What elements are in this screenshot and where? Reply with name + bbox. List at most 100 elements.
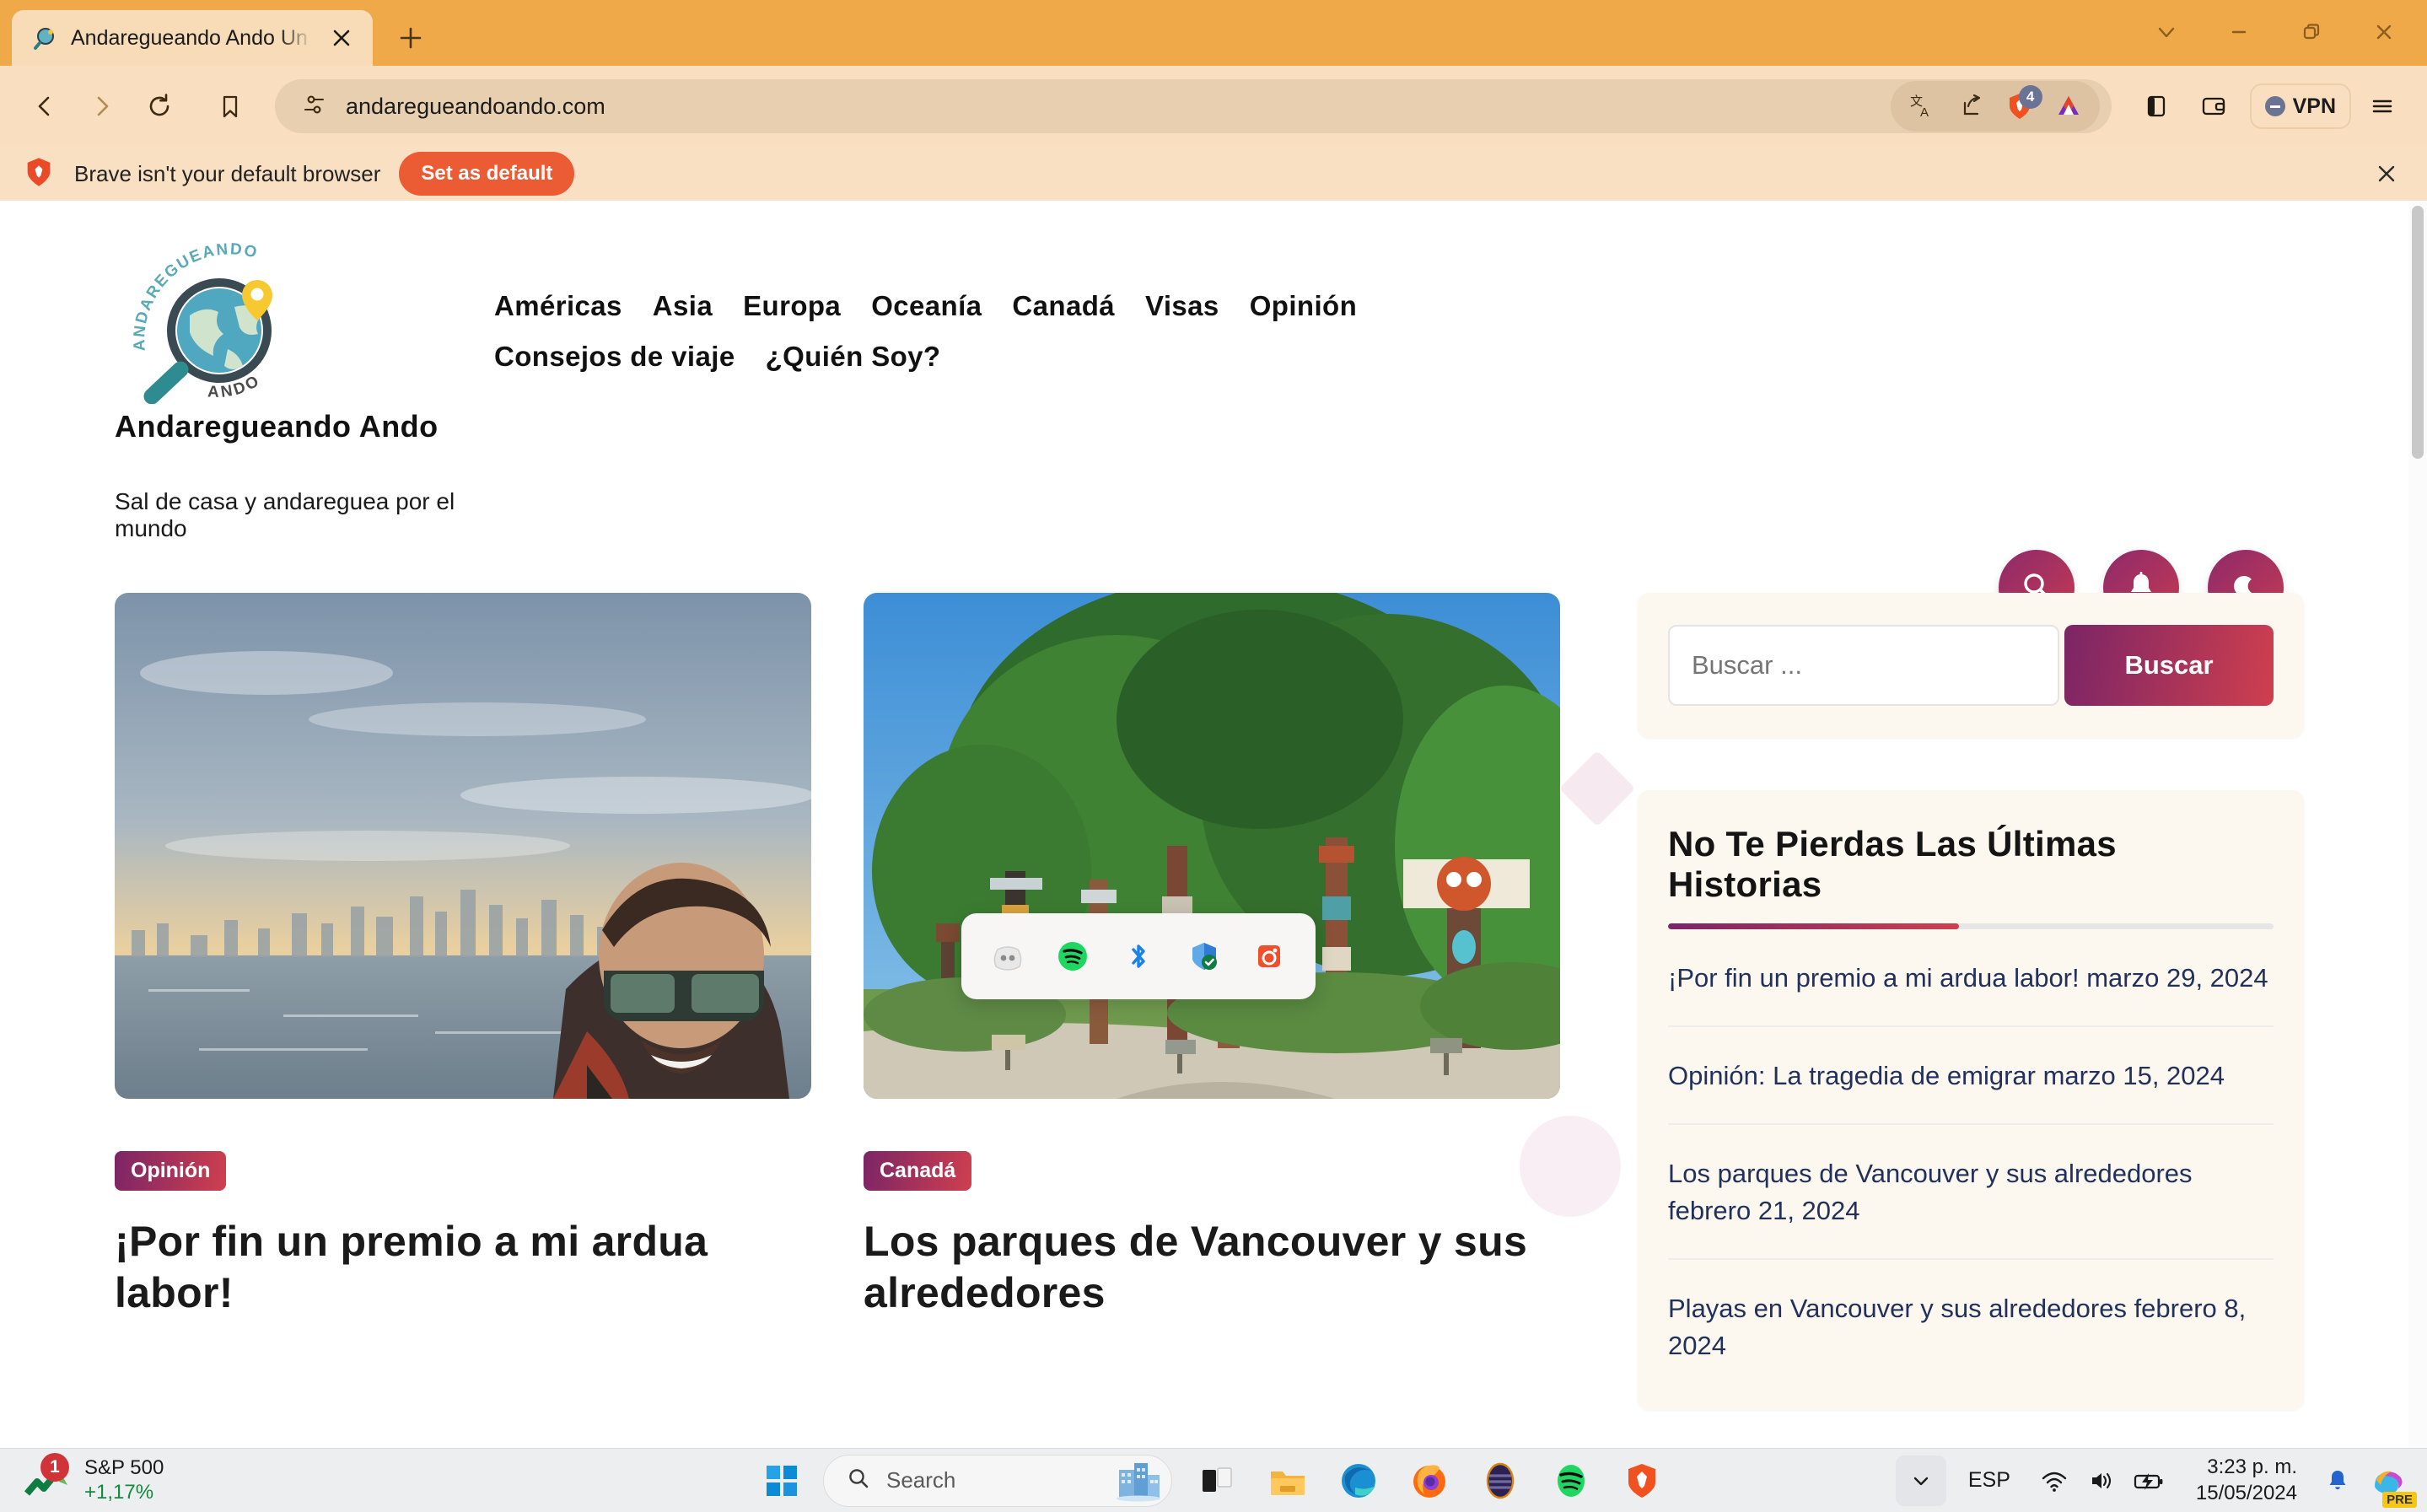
list-item[interactable]: Opinión: La tragedia de emigrar marzo 15…	[1668, 1027, 2274, 1126]
story-link[interactable]: Playas en Vancouver y sus alrededores fe…	[1668, 1290, 2274, 1364]
taskbar-widgets-button[interactable]: 1 S&P 500 +1,17%	[0, 1452, 354, 1505]
list-item[interactable]: ¡Por fin un premio a mi ardua labor! mar…	[1668, 929, 2274, 1028]
default-browser-prompt: Brave isn't your default browser Set as …	[0, 147, 2427, 201]
nav-item-canada[interactable]: Canadá	[1012, 283, 1115, 329]
new-tab-button[interactable]	[386, 13, 435, 62]
browser-toolbar: andaregueandoando.com 文 A 4 VPN	[0, 66, 2427, 147]
taskbar-clock[interactable]: 3:23 p. m. 15/05/2024	[2174, 1455, 2312, 1505]
forward-arrow-icon[interactable]	[76, 80, 128, 132]
vpn-status-icon	[2264, 96, 2285, 116]
brave-browser-icon[interactable]	[1616, 1455, 1668, 1507]
nav-item-americas[interactable]: Américas	[494, 283, 622, 329]
widget-title: No Te Pierdas Las Últimas Historias	[1668, 824, 2117, 904]
battery-charging-icon[interactable]	[2127, 1459, 2171, 1503]
back-arrow-icon[interactable]	[19, 80, 71, 132]
hamburger-menu-icon[interactable]	[2356, 80, 2408, 132]
brand-block: ANDAREGUEANDO ANDO Andaregueando Ando Sa…	[115, 239, 494, 542]
vpn-toggle[interactable]: VPN	[2249, 83, 2351, 129]
site-tagline: Sal de casa y andareguea por el mundo	[115, 488, 455, 541]
set-as-default-button[interactable]: Set as default	[399, 152, 575, 196]
list-item[interactable]: Playas en Vancouver y sus alrededores fe…	[1668, 1260, 2274, 1393]
brave-shields-icon[interactable]: 4	[1997, 83, 2042, 129]
nav-item-asia[interactable]: Asia	[653, 283, 713, 329]
page-sidebar: Buscar No Te Pierdas Las Últimas Histori…	[1520, 593, 2304, 1411]
article-title[interactable]: Los parques de Vancouver y sus alrededor…	[864, 1216, 1560, 1319]
story-link[interactable]: ¡Por fin un premio a mi ardua labor! mar…	[1668, 960, 2274, 997]
page-viewport: ANDAREGUEANDO ANDO Andaregueando Ando Sa…	[0, 201, 2427, 1448]
article-title[interactable]: ¡Por fin un premio a mi ardua labor!	[115, 1216, 811, 1319]
nav-item-consejos-de-viaje[interactable]: Consejos de viaje	[494, 334, 735, 379]
story-link[interactable]: Los parques de Vancouver y sus alrededor…	[1668, 1155, 2274, 1230]
input-language-indicator[interactable]: ESP	[1950, 1468, 2029, 1493]
nav-item-opinion[interactable]: Opinión	[1250, 283, 1357, 329]
browser-tab[interactable]: Andaregueando Ando Un blog d	[12, 10, 373, 66]
tab-close-icon[interactable]	[326, 22, 358, 54]
nav-item-europa[interactable]: Europa	[743, 283, 841, 329]
windows-start-icon[interactable]	[759, 1458, 805, 1504]
bookmark-icon[interactable]	[204, 80, 256, 132]
tab-search-chevron-down-icon[interactable]	[2130, 7, 2203, 57]
reload-icon[interactable]	[133, 80, 186, 132]
spotify-icon[interactable]	[1051, 934, 1095, 978]
search-icon	[846, 1466, 871, 1495]
thunderbird-icon[interactable]	[1474, 1455, 1526, 1507]
scrollbar-thumb[interactable]	[2412, 206, 2424, 459]
taskbar-search-box[interactable]: Search	[823, 1454, 1172, 1507]
firefox-icon[interactable]	[1403, 1455, 1456, 1507]
address-bar[interactable]: andaregueandoando.com 文 A 4	[275, 79, 2112, 133]
minimize-icon[interactable]	[2203, 7, 2275, 57]
search-widget: Buscar	[1638, 593, 2304, 738]
svg-text:A: A	[1920, 105, 1929, 120]
main-navigation: Américas Asia Europa Oceanía Canadá Visa…	[494, 239, 1548, 379]
windows-security-icon[interactable]	[1182, 934, 1226, 978]
site-settings-tune-icon[interactable]	[300, 91, 327, 122]
window-controls	[2130, 7, 2420, 57]
article-image-totem-poles-park[interactable]	[864, 593, 1560, 1099]
volume-icon[interactable]	[2080, 1459, 2123, 1503]
close-icon[interactable]	[2348, 7, 2420, 57]
search-submit-button[interactable]: Buscar	[2064, 625, 2274, 706]
bat-triangle-icon[interactable]	[2046, 83, 2091, 129]
microsoft-edge-icon[interactable]	[1332, 1455, 1385, 1507]
wallet-icon[interactable]	[2188, 80, 2240, 132]
article-category-badge[interactable]: Opinión	[115, 1151, 227, 1191]
nav-row-secondary: Consejos de viaje ¿Quién Soy?	[494, 334, 1548, 379]
spotify-icon[interactable]	[1545, 1455, 1597, 1507]
copilot-icon[interactable]: PRE	[2363, 1456, 2417, 1508]
decorative-circle-shape	[1520, 1116, 1621, 1217]
share-icon[interactable]	[1948, 83, 1994, 129]
list-item[interactable]: Los parques de Vancouver y sus alrededor…	[1668, 1125, 2274, 1261]
nav-row-primary: Américas Asia Europa Oceanía Canadá Visa…	[494, 283, 1548, 329]
sidebar-panel-icon[interactable]	[2130, 80, 2182, 132]
bluetooth-icon[interactable]	[1117, 934, 1160, 978]
tray-expand-chevron-up-icon[interactable]	[1895, 1455, 1946, 1506]
search-input[interactable]	[1668, 625, 2059, 706]
site-title[interactable]: Andaregueando Ando	[115, 409, 494, 444]
site-header: ANDAREGUEANDO ANDO Andaregueando Ando Sa…	[0, 201, 2427, 626]
dismiss-default-prompt-close-icon[interactable]	[2370, 157, 2403, 191]
nav-item-quien-soy[interactable]: ¿Quién Soy?	[766, 334, 941, 379]
restore-icon[interactable]	[2275, 7, 2348, 57]
story-link[interactable]: Opinión: La tragedia de emigrar marzo 15…	[1668, 1057, 2274, 1095]
clock-time: 3:23 p. m.	[2207, 1456, 2297, 1479]
notifications-bell-icon[interactable]	[2316, 1459, 2360, 1503]
address-bar-actions: 文 A 4	[1890, 81, 2100, 132]
camera-app-icon[interactable]	[1247, 934, 1291, 978]
task-view-icon[interactable]	[1191, 1455, 1243, 1507]
nav-item-visas[interactable]: Visas	[1145, 283, 1219, 329]
windows-taskbar: 1 S&P 500 +1,17% Search ESP 3:23 p. m. 1…	[0, 1448, 2427, 1512]
article-category-badge[interactable]: Canadá	[864, 1151, 972, 1191]
url-text: andaregueandoando.com	[346, 93, 605, 119]
article-card[interactable]: Opinión ¡Por fin un premio a mi ardua la…	[115, 593, 811, 1319]
widget-index-name: S&P 500	[84, 1456, 164, 1479]
site-logo-globe-magnifier-icon[interactable]: ANDAREGUEANDO ANDO	[126, 239, 337, 405]
brave-browser-window: Andaregueando Ando Un blog d	[0, 0, 2427, 1512]
file-explorer-icon[interactable]	[1262, 1455, 1314, 1507]
nav-item-oceania[interactable]: Oceanía	[871, 283, 982, 329]
translate-icon[interactable]: 文 A	[1899, 83, 1945, 129]
discord-icon[interactable]	[986, 934, 1030, 978]
vpn-label: VPN	[2292, 94, 2336, 118]
wifi-icon[interactable]	[2032, 1459, 2076, 1503]
article-image-selfie-sunset-skyline[interactable]	[115, 593, 811, 1099]
page-scrollbar[interactable]	[2408, 201, 2427, 1448]
